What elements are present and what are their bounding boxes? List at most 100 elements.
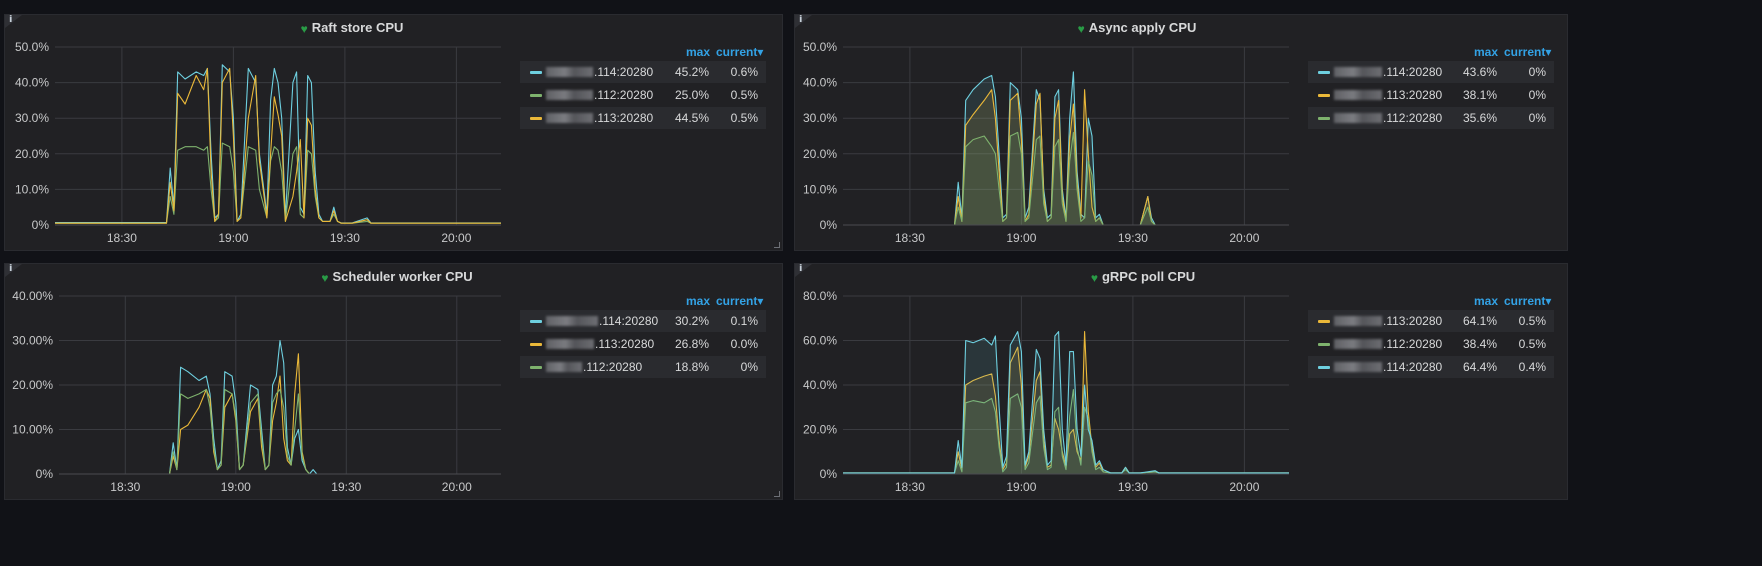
legend-max-value: 38.4% xyxy=(1462,337,1497,351)
legend-current-value: 0.0% xyxy=(730,337,758,351)
x-tick-label: 19:30 xyxy=(1118,480,1148,494)
legend-color-swatch[interactable] xyxy=(530,71,542,74)
legend-row[interactable]: .114:20280 30.2% 0.1% xyxy=(520,310,766,332)
resize-handle[interactable] xyxy=(774,491,780,497)
legend-row[interactable]: .113:20280 26.8% 0.0% xyxy=(520,333,766,355)
legend-current-value: 0.1% xyxy=(730,314,758,328)
legend-series-name: .114:20280 xyxy=(1383,360,1443,374)
legend-color-swatch[interactable] xyxy=(1318,366,1330,369)
legend-row[interactable]: .113:20280 64.1% 0.5% xyxy=(1308,310,1554,332)
legend-max-value: 18.8% xyxy=(674,360,709,374)
legend-max-value: 43.6% xyxy=(1462,65,1497,79)
x-tick-label: 19:00 xyxy=(218,231,248,245)
y-tick-label: 80.0% xyxy=(803,289,837,303)
redacted-host xyxy=(1334,316,1382,326)
legend-header-max[interactable]: max xyxy=(1474,45,1498,61)
legend-current-value: 0.6% xyxy=(730,65,758,79)
legend-current-value: 0.5% xyxy=(1518,337,1546,351)
legend-header-current[interactable]: current▾ xyxy=(716,45,763,61)
x-tick-label: 18:30 xyxy=(110,480,140,494)
legend-max-value: 25.0% xyxy=(674,88,709,102)
legend-max-value: 38.1% xyxy=(1462,88,1497,102)
legend-header-max[interactable]: max xyxy=(686,294,710,310)
legend-series-name: .113:20280 xyxy=(1383,314,1443,328)
legend-color-swatch[interactable] xyxy=(530,320,542,323)
y-tick-label: 20.0% xyxy=(15,147,49,161)
legend-color-swatch[interactable] xyxy=(1318,94,1330,97)
x-tick-label: 18:30 xyxy=(895,231,925,245)
legend-color-swatch[interactable] xyxy=(1318,343,1330,346)
legend-max-value: 30.2% xyxy=(674,314,709,328)
legend-header-current[interactable]: current▾ xyxy=(716,294,763,310)
y-tick-label: 40.00% xyxy=(12,289,53,303)
legend: max current▾ .113:20280 64.1% 0.5% .112:20280… xyxy=(1308,294,1554,384)
legend-series-name: .112:20280 xyxy=(1383,337,1443,351)
y-tick-label: 40.0% xyxy=(15,76,49,90)
legend-series-name: .112:20280 xyxy=(594,88,654,102)
legend-series-name: .114:20280 xyxy=(594,65,654,79)
legend-current-value: 0% xyxy=(1528,88,1546,102)
legend-row[interactable]: .112:20280 25.0% 0.5% xyxy=(520,84,766,106)
panel-raft-store-cpu: i ♥ Raft store CPU 50.0% 40.0% 30.0% 20.0% 10… xyxy=(4,14,783,251)
legend-max-value: 64.4% xyxy=(1462,360,1497,374)
legend-row[interactable]: .114:20280 43.6% 0% xyxy=(1308,61,1554,83)
legend-header-current[interactable]: current▾ xyxy=(1504,45,1551,61)
x-tick-label: 20:00 xyxy=(442,480,472,494)
legend-row[interactable]: .112:20280 38.4% 0.5% xyxy=(1308,333,1554,355)
y-tick-label: 30.0% xyxy=(15,111,49,125)
legend-header-max[interactable]: max xyxy=(1474,294,1498,310)
y-tick-label: 0% xyxy=(820,467,838,481)
y-tick-label: 50.0% xyxy=(803,40,837,54)
legend-header-current[interactable]: current▾ xyxy=(1504,294,1551,310)
y-tick-label: 30.0% xyxy=(803,111,837,125)
legend-row[interactable]: .113:20280 38.1% 0% xyxy=(1308,84,1554,106)
legend-row[interactable]: .113:20280 44.5% 0.5% xyxy=(520,107,766,129)
redacted-host xyxy=(546,90,593,100)
y-tick-label: 20.0% xyxy=(803,423,837,437)
legend: max current▾ .114:20280 45.2% 0.6% .112:20280… xyxy=(520,45,766,135)
y-tick-label: 30.00% xyxy=(12,334,53,348)
legend-max-value: 64.1% xyxy=(1462,314,1497,328)
legend-current-value: 0.5% xyxy=(1518,314,1546,328)
redacted-host xyxy=(546,316,598,326)
legend-series-name: .113:20280 xyxy=(594,111,654,125)
legend-color-swatch[interactable] xyxy=(530,94,542,97)
panel-async-apply-cpu: i ♥ Async apply CPU 50.0% 40.0% 30.0% 20.0% 1… xyxy=(794,14,1568,251)
legend-series-name: .114:20280 xyxy=(599,314,659,328)
legend-row[interactable]: .114:20280 45.2% 0.6% xyxy=(520,61,766,83)
legend-row[interactable]: .112:20280 35.6% 0% xyxy=(1308,107,1554,129)
y-tick-label: 40.0% xyxy=(803,378,837,392)
legend-series-name: .113:20280 xyxy=(595,337,655,351)
y-tick-label: 20.0% xyxy=(803,147,837,161)
y-tick-label: 0% xyxy=(32,218,50,232)
legend-row[interactable]: .114:20280 64.4% 0.4% xyxy=(1308,356,1554,378)
redacted-host xyxy=(546,113,593,123)
legend-max-value: 26.8% xyxy=(674,337,709,351)
legend-current-value: 0% xyxy=(1528,65,1546,79)
legend-max-value: 45.2% xyxy=(674,65,709,79)
legend-series-name: .112:20280 xyxy=(583,360,643,374)
legend: max current▾ .114:20280 43.6% 0% .113:20280 38… xyxy=(1308,45,1554,135)
redacted-host xyxy=(1334,90,1382,100)
resize-handle[interactable] xyxy=(774,242,780,248)
redacted-host xyxy=(1334,67,1382,77)
y-tick-label: 10.0% xyxy=(803,182,837,196)
y-tick-label: 10.0% xyxy=(15,182,49,196)
legend-color-swatch[interactable] xyxy=(1318,320,1330,323)
legend-color-swatch[interactable] xyxy=(530,343,542,346)
legend-color-swatch[interactable] xyxy=(530,366,542,369)
legend-max-value: 35.6% xyxy=(1462,111,1497,125)
legend-row[interactable]: .112:20280 18.8% 0% xyxy=(520,356,766,378)
legend-color-swatch[interactable] xyxy=(1318,117,1330,120)
legend-series-name: .113:20280 xyxy=(1383,88,1443,102)
legend-color-swatch[interactable] xyxy=(530,117,542,120)
x-tick-label: 20:00 xyxy=(441,231,471,245)
x-tick-label: 18:30 xyxy=(107,231,137,245)
legend-color-swatch[interactable] xyxy=(1318,71,1330,74)
legend-header-max[interactable]: max xyxy=(686,45,710,61)
legend-current-value: 0% xyxy=(740,360,758,374)
redacted-host xyxy=(546,339,594,349)
panel-grpc-poll-cpu: i ♥ gRPC poll CPU 80.0% 60.0% 40.0% 20.0% 0% 1… xyxy=(794,263,1568,500)
y-tick-label: 50.0% xyxy=(15,40,49,54)
y-tick-label: 60.0% xyxy=(803,334,837,348)
